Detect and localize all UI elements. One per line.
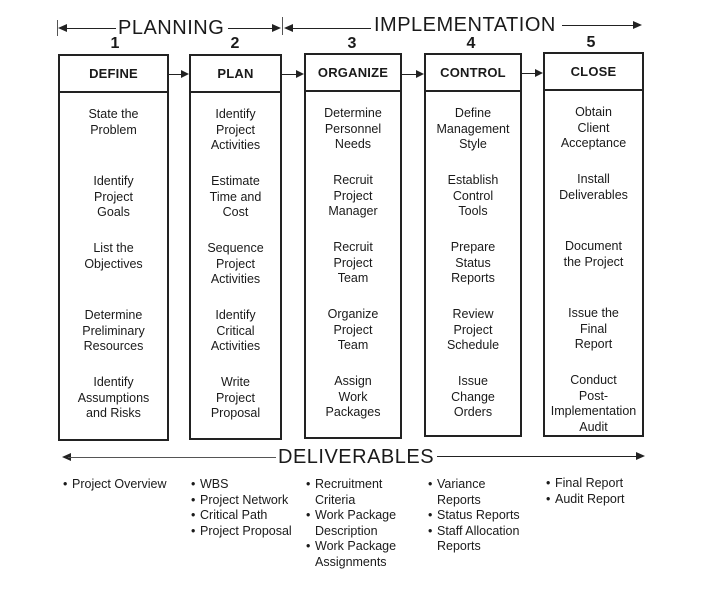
stage-box-define: DEFINE State the Problem Identify Projec… <box>58 54 169 441</box>
task-item: Issue the Final Report <box>568 306 619 351</box>
stage-number-2: 2 <box>230 35 240 52</box>
planning-label: PLANNING <box>116 17 227 39</box>
stage-box-organize: ORGANIZE Determine Personnel Needs Recru… <box>304 53 402 439</box>
deliverable-item: • Work Package Description <box>306 508 397 538</box>
task-item: Prepare Status Reports <box>450 240 496 285</box>
stage-box-plan: PLAN Identify Project Activities Estimat… <box>189 54 282 440</box>
stage-box-control: CONTROL Define Management Style Establis… <box>424 53 522 437</box>
bullet-icon: • <box>428 508 433 522</box>
task-item: Write Project Proposal <box>210 375 261 420</box>
task-item: Identify Critical Activities <box>210 308 261 353</box>
task-item: Identify Project Goals <box>93 174 134 219</box>
task-item: List the Objectives <box>84 241 143 271</box>
implementation-right-arrowhead-icon <box>633 21 642 29</box>
stage-title-control: CONTROL <box>426 55 520 92</box>
deliverables-line-right <box>437 456 637 457</box>
task-item: Conduct Post- Implementation Audit <box>550 373 637 434</box>
bullet-icon: • <box>191 477 196 491</box>
arrowhead-icon <box>181 70 189 78</box>
planning-line-left <box>64 28 118 29</box>
deliverable-item: • Project Proposal <box>191 523 292 538</box>
task-item: Recruit Project Team <box>333 240 373 285</box>
bullet-icon: • <box>546 476 551 490</box>
bullet-icon: • <box>191 523 196 538</box>
task-item: Estimate Time and Cost <box>209 174 262 219</box>
stage-number-5: 5 <box>586 34 596 51</box>
bullet-icon: • <box>191 492 196 507</box>
bullet-icon: • <box>428 477 433 491</box>
bullet-icon: • <box>546 491 551 506</box>
bullet-icon: • <box>63 477 68 491</box>
task-item: Identify Assumptions and Risks <box>77 375 150 420</box>
implementation-label: IMPLEMENTATION <box>372 14 558 36</box>
task-item: Document the Project <box>563 239 624 269</box>
deliverable-item: • Recruitment Criteria <box>306 477 383 507</box>
task-item: Identify Project Activities <box>210 107 261 152</box>
bullet-icon: • <box>191 508 196 522</box>
connector-organize-control <box>402 74 417 75</box>
task-item: Obtain Client Acceptance <box>560 105 627 150</box>
deliverables-right-arrowhead-icon <box>636 452 645 460</box>
task-item: Determine Preliminary Resources <box>82 308 145 353</box>
stage-title-plan: PLAN <box>191 56 280 93</box>
phase-divider-tick <box>282 17 283 35</box>
stage-number-4: 4 <box>466 35 476 52</box>
deliverable-item: • Audit Report <box>546 491 625 506</box>
stage-title-close: CLOSE <box>545 54 642 91</box>
deliverable-item: • WBS <box>191 477 229 491</box>
implementation-line-right <box>562 25 634 26</box>
deliverable-item: • Project Overview <box>63 477 167 491</box>
task-item: Organize Project Team <box>327 307 379 352</box>
task-item: Review Project Schedule <box>446 307 500 352</box>
task-item: Assign Work Packages <box>325 374 381 419</box>
bullet-icon: • <box>428 523 433 538</box>
bullet-icon: • <box>306 539 311 553</box>
deliverables-line-left <box>68 457 276 458</box>
deliverable-item: • Variance Reports <box>428 477 486 507</box>
deliverables-close: • Final Report • Audit Report <box>546 476 624 507</box>
planning-line-right <box>228 28 273 29</box>
deliverables-label: DELIVERABLES <box>276 446 437 468</box>
task-item: Install Deliverables <box>559 172 628 202</box>
task-item: Define Management Style <box>436 106 510 151</box>
bullet-icon: • <box>306 508 311 522</box>
deliverable-item: • Work Package Assignments <box>306 539 397 569</box>
task-item: Recruit Project Manager <box>328 173 378 218</box>
task-item: Determine Personnel Needs <box>324 106 382 151</box>
stage-title-organize: ORGANIZE <box>306 55 400 92</box>
task-item: Issue Change Orders <box>451 374 495 419</box>
arrowhead-icon <box>296 70 304 78</box>
task-item: Establish Control Tools <box>447 173 499 218</box>
stage-number-1: 1 <box>110 35 120 52</box>
deliverables-control: • Variance Reports • Status Reports • Staff… <box>428 477 520 555</box>
bullet-icon: • <box>306 477 311 491</box>
task-item: Sequence Project Activities <box>207 241 264 286</box>
deliverables-plan: • WBS • Project Network • Critical Path • Pr… <box>191 477 292 539</box>
stage-box-close: CLOSE Obtain Client Acceptance Install D… <box>543 52 644 437</box>
arrowhead-icon <box>535 69 543 77</box>
deliverables-define: • Project Overview <box>63 477 166 493</box>
deliverable-item: • Critical Path <box>191 508 268 522</box>
task-item: State the Problem <box>88 107 139 137</box>
deliverable-item: • Status Reports <box>428 508 520 522</box>
deliverable-item: • Final Report <box>546 476 624 490</box>
planning-right-arrowhead-icon <box>272 24 281 32</box>
stage-number-3: 3 <box>347 35 357 52</box>
arrowhead-icon <box>416 70 424 78</box>
stage-title-define: DEFINE <box>60 56 167 93</box>
implementation-line-left <box>291 28 371 29</box>
deliverables-organize: • Recruitment Criteria • Work Package Desc… <box>306 477 396 570</box>
connector-plan-organize <box>282 74 297 75</box>
deliverable-item: • Project Network <box>191 492 289 507</box>
deliverable-item: • Staff Allocation Reports <box>428 523 520 554</box>
connector-control-close <box>522 73 536 74</box>
